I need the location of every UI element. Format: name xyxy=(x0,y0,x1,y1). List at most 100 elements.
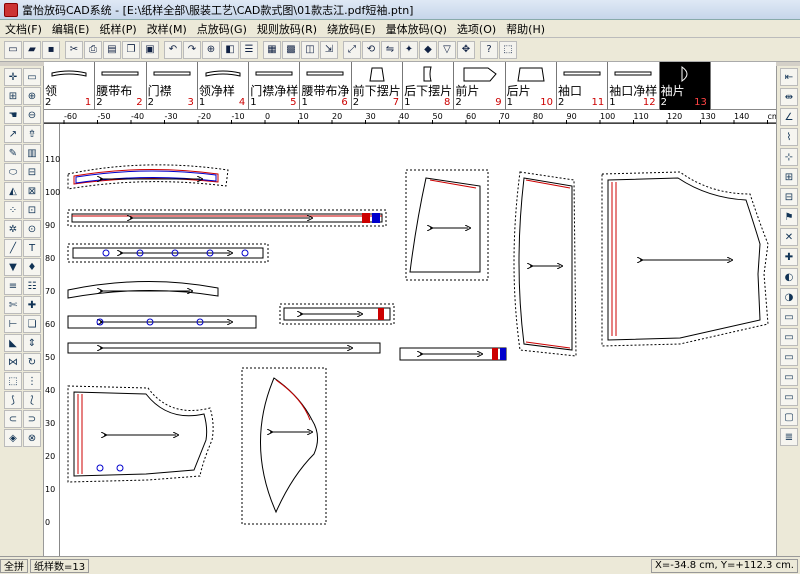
measure-icon[interactable]: ✥ xyxy=(457,40,475,59)
piece-thumb[interactable]: 后片 1 10 xyxy=(506,62,557,110)
undo-icon[interactable]: ↶ xyxy=(164,40,182,59)
pattern-piece-back-hem[interactable] xyxy=(513,171,577,357)
grade-icon[interactable]: ✦ xyxy=(400,40,418,59)
grade-point-icon[interactable]: ⊹ xyxy=(780,148,798,166)
piece-thumb[interactable]: 门襟 2 3 xyxy=(147,62,198,110)
piece-thumb[interactable]: 领净样 1 4 xyxy=(198,62,250,110)
check-icon[interactable]: ◈ xyxy=(4,429,22,447)
window-icon[interactable]: ▢ xyxy=(780,408,798,426)
cut-icon[interactable]: ✂ xyxy=(65,40,83,59)
copy-grade-icon[interactable]: ⊞ xyxy=(780,168,798,186)
paste-icon[interactable]: ▣ xyxy=(141,40,159,59)
menu-options[interactable]: 选项(O) xyxy=(452,21,501,37)
table-icon[interactable]: ▦ xyxy=(263,40,281,59)
menu-line-grade[interactable]: 绕放码(E) xyxy=(322,21,381,37)
piece-thumb[interactable]: 腰带布 2 2 xyxy=(95,62,147,110)
button-tool-icon[interactable]: ⁘ xyxy=(4,201,22,219)
menu-point-grade[interactable]: 点放码(G) xyxy=(192,21,252,37)
hand-icon[interactable]: ☚ xyxy=(4,106,22,124)
tab-d-icon[interactable]: ▭ xyxy=(780,368,798,386)
text-icon[interactable]: T xyxy=(23,239,41,257)
fold-icon[interactable]: ⇮ xyxy=(23,125,41,143)
tab-a-icon[interactable]: ▭ xyxy=(780,308,798,326)
pattern-workspace[interactable] xyxy=(60,124,776,556)
piece-thumb[interactable]: 前片 2 9 xyxy=(454,62,506,110)
circle-icon[interactable]: ⊙ xyxy=(23,220,41,238)
mark-icon[interactable]: ◆ xyxy=(419,40,437,59)
piece-thumb[interactable]: 腰带布净 1 6 xyxy=(300,62,352,110)
buttonhole-icon[interactable]: ⊡ xyxy=(23,201,41,219)
select-icon[interactable]: ✛ xyxy=(4,68,22,86)
pattern-piece-waistband-net[interactable] xyxy=(67,342,381,354)
align-icon[interactable]: ⇤ xyxy=(780,68,798,86)
line-icon[interactable]: ╱ xyxy=(4,239,22,257)
drill-icon[interactable]: ✲ xyxy=(4,220,22,238)
rotate-tool-icon[interactable]: ↻ xyxy=(23,353,41,371)
triangle-icon[interactable]: ▼ xyxy=(4,258,22,276)
frame-icon[interactable]: ⊟ xyxy=(23,163,41,181)
pattern-piece-sleeve[interactable] xyxy=(241,367,327,525)
pleat-icon[interactable]: ⊠ xyxy=(23,182,41,200)
mirror-grade-icon[interactable]: ⊟ xyxy=(780,188,798,206)
set-square-icon[interactable]: ◣ xyxy=(4,334,22,352)
dart-icon[interactable]: ◭ xyxy=(4,182,22,200)
split-icon[interactable]: ⋮ xyxy=(23,372,41,390)
open-icon[interactable]: ▰ xyxy=(23,40,41,59)
menu-modify[interactable]: 改样(M) xyxy=(142,21,192,37)
pattern-piece-placket-net[interactable] xyxy=(67,315,257,329)
print-icon[interactable]: ⎙ xyxy=(84,40,102,59)
zoom-icon[interactable]: ⊕ xyxy=(202,40,220,59)
piece-thumb[interactable]: 后下摆片 1 8 xyxy=(403,62,455,110)
pattern-piece-cuff-net[interactable] xyxy=(399,347,507,361)
tab-c-icon[interactable]: ▭ xyxy=(780,348,798,366)
menu-file[interactable]: 文档(F) xyxy=(0,21,47,37)
piece-thumb[interactable]: 袖口净样 1 12 xyxy=(608,62,660,110)
grid-icon[interactable]: ▩ xyxy=(282,40,300,59)
tab-e-icon[interactable]: ▭ xyxy=(780,388,798,406)
pattern-piece-back[interactable] xyxy=(67,385,214,483)
context-help-icon[interactable]: ⬚ xyxy=(499,40,517,59)
pan-icon[interactable]: ⊞ xyxy=(4,87,22,105)
notch-tool-icon[interactable]: ⟅ xyxy=(23,391,41,409)
distance-icon[interactable]: ⇹ xyxy=(780,88,798,106)
scissors-icon[interactable]: ✄ xyxy=(4,296,22,314)
copy-piece-icon[interactable]: ❏ xyxy=(23,315,41,333)
plot-icon[interactable]: ▤ xyxy=(103,40,121,59)
cut-piece-icon[interactable]: ⊃ xyxy=(23,410,41,428)
x-grade-icon[interactable]: ✕ xyxy=(780,228,798,246)
layers-icon[interactable]: ☷ xyxy=(23,277,41,295)
fit-icon[interactable]: ⤢ xyxy=(343,40,361,59)
monitor-icon[interactable]: ▭ xyxy=(23,68,41,86)
flag-icon[interactable]: ⚑ xyxy=(780,208,798,226)
curve-length-icon[interactable]: ⌇ xyxy=(780,128,798,146)
stack-right-icon[interactable]: ≣ xyxy=(780,428,798,446)
piece-icon[interactable]: ◧ xyxy=(221,40,239,59)
plus-icon[interactable]: ✚ xyxy=(23,296,41,314)
piece-list-icon[interactable]: ☰ xyxy=(240,40,258,59)
zoom-out-icon[interactable]: ⊖ xyxy=(23,106,41,124)
help-icon[interactable]: ? xyxy=(480,40,498,59)
equal-grade-icon[interactable]: ◑ xyxy=(780,288,798,306)
menu-measure-grade[interactable]: 量体放码(Q) xyxy=(381,21,452,37)
marquee-icon[interactable]: ⬚ xyxy=(4,372,22,390)
ruler-tool-icon[interactable]: ⊢ xyxy=(4,315,22,333)
paste-piece-icon[interactable]: ⊂ xyxy=(4,410,22,428)
piece-thumb-selected[interactable]: 袖片 2 13 xyxy=(659,62,711,110)
menu-pattern[interactable]: 纸样(P) xyxy=(94,21,141,37)
pattern-piece-front[interactable] xyxy=(601,171,769,347)
mirror-icon[interactable]: ⋈ xyxy=(4,353,22,371)
export-icon[interactable]: ⇲ xyxy=(320,40,338,59)
pattern-piece-waistband[interactable] xyxy=(67,209,387,227)
menu-rule-grade[interactable]: 规则放码(R) xyxy=(252,21,322,37)
smart-pen-icon[interactable]: ✎ xyxy=(4,144,22,162)
angle-icon[interactable]: ∠ xyxy=(780,108,798,126)
zoom-in-icon[interactable]: ⊕ xyxy=(23,87,41,105)
new-file-icon[interactable]: ▭ xyxy=(4,40,22,59)
stack-icon[interactable]: ≡ xyxy=(4,277,22,295)
pattern-piece-front-hem[interactable] xyxy=(405,169,489,281)
tab-b-icon[interactable]: ▭ xyxy=(780,328,798,346)
adjust-icon[interactable]: ↗ xyxy=(4,125,22,143)
grade-tool-icon[interactable]: ⊗ xyxy=(23,429,41,447)
pattern-piece-collar[interactable] xyxy=(67,164,229,190)
pattern-piece-placket[interactable] xyxy=(67,243,269,263)
